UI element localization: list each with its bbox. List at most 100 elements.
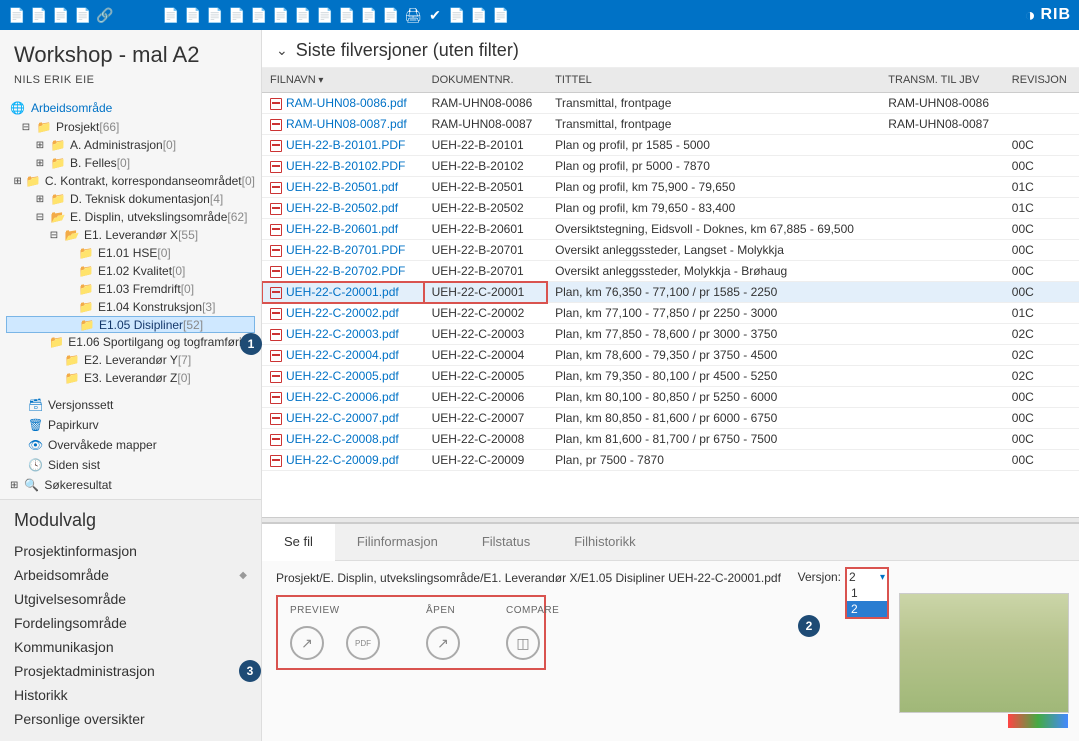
tree-item[interactable]: 📁E3. Leverandør Z [0]	[6, 369, 255, 387]
tree-section[interactable]: 🗃Versjonssett	[6, 395, 255, 415]
toolbar-icon[interactable]: 🖨	[404, 6, 422, 24]
toolbar-icon[interactable]: 📄	[470, 6, 488, 24]
module-item[interactable]: Utgivelsesområde	[14, 587, 247, 611]
tree-toggle-icon[interactable]: ⊟	[34, 212, 46, 223]
tree-item[interactable]: ⊟📂E. Displin, utvekslingsområde [62]	[6, 208, 255, 226]
module-item[interactable]: Historikk	[14, 683, 247, 707]
tree-item[interactable]: ⊞📁C. Kontrakt, korrespondanseområdet [0]	[6, 172, 255, 190]
table-row[interactable]: UEH-22-C-20002.pdfUEH-22-C-20002Plan, km…	[262, 303, 1079, 324]
open-button[interactable]: ↗	[426, 626, 460, 660]
tree-toggle-icon[interactable]: ⊞	[34, 194, 46, 205]
detail-tab[interactable]: Filhistorikk	[552, 524, 657, 560]
file-thumbnail[interactable]	[899, 593, 1069, 713]
cell-filnavn[interactable]: UEH-22-C-20004.pdf	[262, 345, 424, 366]
table-row[interactable]: UEH-22-C-20001.pdfUEH-22-C-20001Plan, km…	[262, 282, 1079, 303]
column-header[interactable]: TRANSM. TIL JBV	[880, 68, 1004, 93]
toolbar-icon[interactable]: 📄	[184, 6, 202, 24]
module-item[interactable]: Fordelingsområde	[14, 611, 247, 635]
module-item[interactable]: Prosjektinformasjon	[14, 539, 247, 563]
compare-button[interactable]: ◫	[506, 626, 540, 660]
cell-filnavn[interactable]: UEH-22-C-20007.pdf	[262, 408, 424, 429]
toolbar-icon[interactable]: 📄	[338, 6, 356, 24]
table-row[interactable]: UEH-22-C-20006.pdfUEH-22-C-20006Plan, km…	[262, 387, 1079, 408]
preview-button[interactable]: ↗	[290, 626, 324, 660]
cell-filnavn[interactable]: RAM-UHN08-0086.pdf	[262, 93, 424, 114]
toolbar-icon[interactable]: 📄	[448, 6, 466, 24]
table-row[interactable]: UEH-22-C-20003.pdfUEH-22-C-20003Plan, km…	[262, 324, 1079, 345]
module-item[interactable]: Personlige oversikter	[14, 707, 247, 731]
preview-pdf-button[interactable]: PDF	[346, 626, 380, 660]
cell-filnavn[interactable]: RAM-UHN08-0087.pdf	[262, 114, 424, 135]
toolbar-icon[interactable]: 📄	[30, 6, 48, 24]
cell-filnavn[interactable]: UEH-22-B-20102.PDF	[262, 156, 424, 177]
toolbar-icon[interactable]: 📄	[360, 6, 378, 24]
file-table-wrap[interactable]: FILNAVNDOKUMENTNR.TITTELTRANSM. TIL JBVR…	[262, 68, 1079, 517]
cell-filnavn[interactable]: UEH-22-C-20005.pdf	[262, 366, 424, 387]
module-item[interactable]: Arbeidsområde◆	[14, 563, 247, 587]
tree-item[interactable]: 📁E1.01 HSE [0]	[6, 244, 255, 262]
toolbar-icon[interactable]: 📄	[492, 6, 510, 24]
version-option[interactable]: 1	[847, 585, 887, 601]
table-row[interactable]: RAM-UHN08-0087.pdfRAM-UHN08-0087Transmit…	[262, 114, 1079, 135]
tree-toggle-icon[interactable]: ⊞	[34, 140, 46, 151]
cell-filnavn[interactable]: UEH-22-C-20008.pdf	[262, 429, 424, 450]
detail-tab[interactable]: Se fil	[262, 524, 335, 561]
toolbar-icon[interactable]: 📄	[74, 6, 92, 24]
cell-filnavn[interactable]: UEH-22-B-20702.PDF	[262, 261, 424, 282]
collapse-icon[interactable]: ⌄	[276, 42, 288, 59]
column-header[interactable]: REVISJON	[1004, 68, 1079, 93]
table-row[interactable]: UEH-22-C-20007.pdfUEH-22-C-20007Plan, km…	[262, 408, 1079, 429]
table-row[interactable]: UEH-22-B-20601.pdfUEH-22-B-20601Oversikt…	[262, 219, 1079, 240]
tree-toggle-icon[interactable]: ⊞	[34, 158, 46, 169]
tree-item[interactable]: ⊞📁D. Teknisk dokumentasjon [4]	[6, 190, 255, 208]
tree-section[interactable]: ⊞🔍Søkeresultat	[6, 475, 255, 495]
column-header[interactable]: TITTEL	[547, 68, 880, 93]
module-item[interactable]: Prosjektadministrasjon	[14, 659, 247, 683]
tree-item[interactable]: 📁E1.03 Fremdrift [0]	[6, 280, 255, 298]
cell-filnavn[interactable]: UEH-22-B-20501.pdf	[262, 177, 424, 198]
cell-filnavn[interactable]: UEH-22-C-20001.pdf	[262, 282, 424, 303]
column-header[interactable]: FILNAVN	[262, 68, 424, 93]
table-row[interactable]: UEH-22-B-20502.pdfUEH-22-B-20502Plan og …	[262, 198, 1079, 219]
detail-tab[interactable]: Filinformasjon	[335, 524, 460, 560]
tree-item[interactable]: ⊟📁Prosjekt [66]	[6, 118, 255, 136]
toolbar-icon[interactable]: ✔	[426, 6, 444, 24]
column-header[interactable]: DOKUMENTNR.	[424, 68, 548, 93]
toolbar-icon[interactable]: 📄	[8, 6, 26, 24]
toolbar-icon[interactable]: 📄	[382, 6, 400, 24]
table-row[interactable]: UEH-22-B-20101.PDFUEH-22-B-20101Plan og …	[262, 135, 1079, 156]
table-row[interactable]: UEH-22-B-20702.PDFUEH-22-B-20701Oversikt…	[262, 261, 1079, 282]
tree-item[interactable]: ⊟📂E1. Leverandør X [55]	[6, 226, 255, 244]
tree-root[interactable]: 🌐Arbeidsområde	[6, 98, 255, 118]
tree-item[interactable]: ⊞📁A. Administrasjon [0]	[6, 136, 255, 154]
tree-toggle-icon[interactable]: ⊞	[14, 176, 22, 187]
cell-filnavn[interactable]: UEH-22-C-20003.pdf	[262, 324, 424, 345]
cell-filnavn[interactable]: UEH-22-C-20009.pdf	[262, 450, 424, 471]
tree-item[interactable]: ⊞📁B. Felles [0]	[6, 154, 255, 172]
tree-section[interactable]: 🕓Siden sist	[6, 455, 255, 475]
toolbar-icon[interactable]: 📄	[272, 6, 290, 24]
toolbar-icon[interactable]: 📄	[206, 6, 224, 24]
table-row[interactable]: UEH-22-C-20009.pdfUEH-22-C-20009Plan, pr…	[262, 450, 1079, 471]
toolbar-icon[interactable]: 🔗	[96, 6, 114, 24]
table-row[interactable]: RAM-UHN08-0086.pdfRAM-UHN08-0086Transmit…	[262, 93, 1079, 114]
tree-item[interactable]: 📁E2. Leverandør Y [7]	[6, 351, 255, 369]
toolbar-icon[interactable]: 📄	[250, 6, 268, 24]
version-option[interactable]: 2	[847, 601, 887, 617]
cell-filnavn[interactable]: UEH-22-B-20502.pdf	[262, 198, 424, 219]
cell-filnavn[interactable]: UEH-22-B-20101.PDF	[262, 135, 424, 156]
version-dropdown[interactable]: 2▾ 1 2	[845, 567, 889, 619]
tree-section[interactable]: 👁Overvåkede mapper	[6, 435, 255, 455]
tree-item[interactable]: 📁E1.04 Konstruksjon [3]	[6, 298, 255, 316]
table-row[interactable]: UEH-22-C-20005.pdfUEH-22-C-20005Plan, km…	[262, 366, 1079, 387]
cell-filnavn[interactable]: UEH-22-C-20002.pdf	[262, 303, 424, 324]
detail-tab[interactable]: Filstatus	[460, 524, 552, 560]
tree-toggle-icon[interactable]: ⊟	[20, 122, 32, 133]
toolbar-icon[interactable]: 📄	[294, 6, 312, 24]
module-item[interactable]: Kommunikasjon	[14, 635, 247, 659]
table-row[interactable]: UEH-22-B-20701.PDFUEH-22-B-20701Oversikt…	[262, 240, 1079, 261]
tree-section[interactable]: 🗑Papirkurv	[6, 415, 255, 435]
tree-item[interactable]: 📁E1.06 Sportilgang og togframføring	[6, 333, 255, 351]
toolbar-icon[interactable]: 📄	[228, 6, 246, 24]
table-row[interactable]: UEH-22-B-20501.pdfUEH-22-B-20501Plan og …	[262, 177, 1079, 198]
